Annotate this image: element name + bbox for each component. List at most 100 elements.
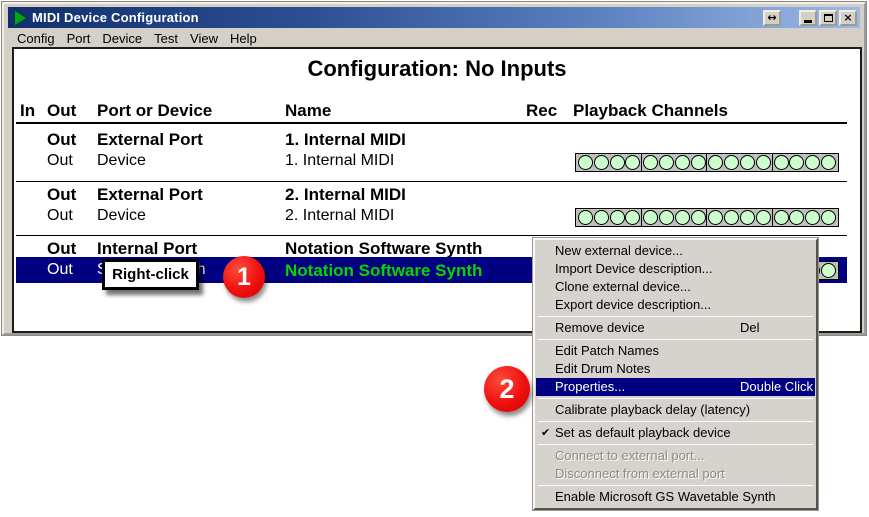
channel-circle[interactable] xyxy=(625,210,640,225)
menu-item-set-default-playback-device[interactable]: ✔ Set as default playback device xyxy=(536,424,815,442)
resize-icon: ↔ xyxy=(767,12,776,23)
channel-circle[interactable] xyxy=(789,155,804,170)
cell-port: Device xyxy=(97,207,146,225)
cell-out: Out xyxy=(47,152,73,170)
channel-circle[interactable] xyxy=(610,210,625,225)
maximize-button[interactable] xyxy=(819,10,837,26)
menu-item-calibrate-playback-delay[interactable]: Calibrate playback delay (latency) xyxy=(536,401,815,419)
step-badge-1-number: 1 xyxy=(237,263,251,292)
menubar-item-help[interactable]: Help xyxy=(224,30,263,47)
header-in: In xyxy=(20,101,35,121)
channel-circle[interactable] xyxy=(594,155,609,170)
cell-name: 1. Internal MIDI xyxy=(285,152,394,170)
menu-item-disconnect-from-external-port: Disconnect from external port xyxy=(536,465,815,483)
screenshot-root: { "window": { "title": "MIDI Device Conf… xyxy=(0,0,869,517)
menu-item-properties[interactable]: Properties... Double Click xyxy=(536,378,815,396)
cell-port: External Port xyxy=(97,185,203,205)
channel-circle[interactable] xyxy=(675,210,690,225)
channel-circle[interactable] xyxy=(821,155,836,170)
menu-item-label: Clone external device... xyxy=(555,279,691,294)
channel-group-divider xyxy=(706,209,707,226)
channel-circle[interactable] xyxy=(643,210,658,225)
menu-item-label: Connect to external port... xyxy=(555,448,705,463)
menu-item-enable-ms-gs-wavetable-synth[interactable]: Enable Microsoft GS Wavetable Synth xyxy=(536,488,815,506)
playback-channel-bar-2[interactable] xyxy=(575,208,839,227)
header-name: Name xyxy=(285,101,331,121)
menubar-item-view[interactable]: View xyxy=(184,30,224,47)
step-badge-2-number: 2 xyxy=(499,374,514,405)
menu-separator xyxy=(538,485,813,486)
channel-circle[interactable] xyxy=(724,210,739,225)
minimize-icon xyxy=(804,20,812,23)
right-click-callout: Right-click xyxy=(102,259,199,290)
channel-circle[interactable] xyxy=(691,210,706,225)
menu-separator xyxy=(538,398,813,399)
menu-bar: Config Port Device Test View Help xyxy=(8,29,860,47)
channel-circle[interactable] xyxy=(610,155,625,170)
channel-circle[interactable] xyxy=(659,155,674,170)
header-out: Out xyxy=(47,101,76,121)
channel-circle[interactable] xyxy=(789,210,804,225)
cell-port: Device xyxy=(97,152,146,170)
channel-circle[interactable] xyxy=(643,155,658,170)
menu-item-label: Edit Drum Notes xyxy=(555,361,650,376)
channel-circle[interactable] xyxy=(691,155,706,170)
menu-separator xyxy=(538,339,813,340)
close-button[interactable]: × xyxy=(839,10,857,26)
menubar-item-test[interactable]: Test xyxy=(148,30,184,47)
channel-circle[interactable] xyxy=(821,210,836,225)
channel-circle[interactable] xyxy=(740,155,755,170)
channel-circle[interactable] xyxy=(821,263,836,278)
header-rec: Rec xyxy=(526,101,557,121)
menu-separator xyxy=(538,444,813,445)
row-divider xyxy=(16,235,847,236)
channel-circle[interactable] xyxy=(774,155,789,170)
menu-item-edit-drum-notes[interactable]: Edit Drum Notes xyxy=(536,360,815,378)
channel-circle[interactable] xyxy=(740,210,755,225)
cell-out: Out xyxy=(47,185,76,205)
channel-group-divider xyxy=(641,209,642,226)
menubar-item-port[interactable]: Port xyxy=(61,30,97,47)
channel-group-divider xyxy=(641,154,642,171)
window-titlebar[interactable]: MIDI Device Configuration ↔ × xyxy=(8,7,860,28)
cell-out: Out xyxy=(47,207,73,225)
app-play-icon xyxy=(15,11,26,25)
menu-item-label: Enable Microsoft GS Wavetable Synth xyxy=(555,489,776,504)
cell-out: Out xyxy=(47,261,73,279)
menu-item-shortcut: Double Click xyxy=(740,378,813,396)
menu-item-label: Remove device xyxy=(555,320,645,335)
channel-circle[interactable] xyxy=(578,210,593,225)
menu-item-connect-to-external-port: Connect to external port... xyxy=(536,447,815,465)
minimize-button[interactable] xyxy=(799,10,817,26)
header-playback-channels: Playback Channels xyxy=(573,101,728,121)
header-divider xyxy=(16,122,847,124)
menu-item-new-external-device[interactable]: New external device... xyxy=(536,242,815,260)
channel-circle[interactable] xyxy=(756,210,771,225)
menu-item-remove-device[interactable]: Remove device Del xyxy=(536,319,815,337)
channel-group-divider xyxy=(772,209,773,226)
channel-circle[interactable] xyxy=(578,155,593,170)
close-icon: × xyxy=(843,12,852,23)
channel-circle[interactable] xyxy=(625,155,640,170)
menubar-item-config[interactable]: Config xyxy=(11,30,61,47)
menubar-item-device[interactable]: Device xyxy=(96,30,148,47)
channel-circle[interactable] xyxy=(675,155,690,170)
menu-item-import-device-description[interactable]: Import Device description... xyxy=(536,260,815,278)
menu-item-export-device-description[interactable]: Export device description... xyxy=(536,296,815,314)
channel-circle[interactable] xyxy=(708,155,723,170)
menu-item-edit-patch-names[interactable]: Edit Patch Names xyxy=(536,342,815,360)
channel-circle[interactable] xyxy=(724,155,739,170)
channel-circle[interactable] xyxy=(805,210,820,225)
channel-circle[interactable] xyxy=(774,210,789,225)
channel-circle[interactable] xyxy=(708,210,723,225)
table-row-port-2[interactable]: Out External Port 2. Internal MIDI xyxy=(14,185,860,206)
channel-circle[interactable] xyxy=(805,155,820,170)
resize-button[interactable]: ↔ xyxy=(763,10,781,26)
playback-channel-bar-1[interactable] xyxy=(575,153,839,172)
menu-item-clone-external-device[interactable]: Clone external device... xyxy=(536,278,815,296)
channel-circle[interactable] xyxy=(594,210,609,225)
channel-circle[interactable] xyxy=(659,210,674,225)
channel-group-divider xyxy=(706,154,707,171)
channel-circle[interactable] xyxy=(756,155,771,170)
table-row-port-1[interactable]: Out External Port 1. Internal MIDI xyxy=(14,130,860,151)
